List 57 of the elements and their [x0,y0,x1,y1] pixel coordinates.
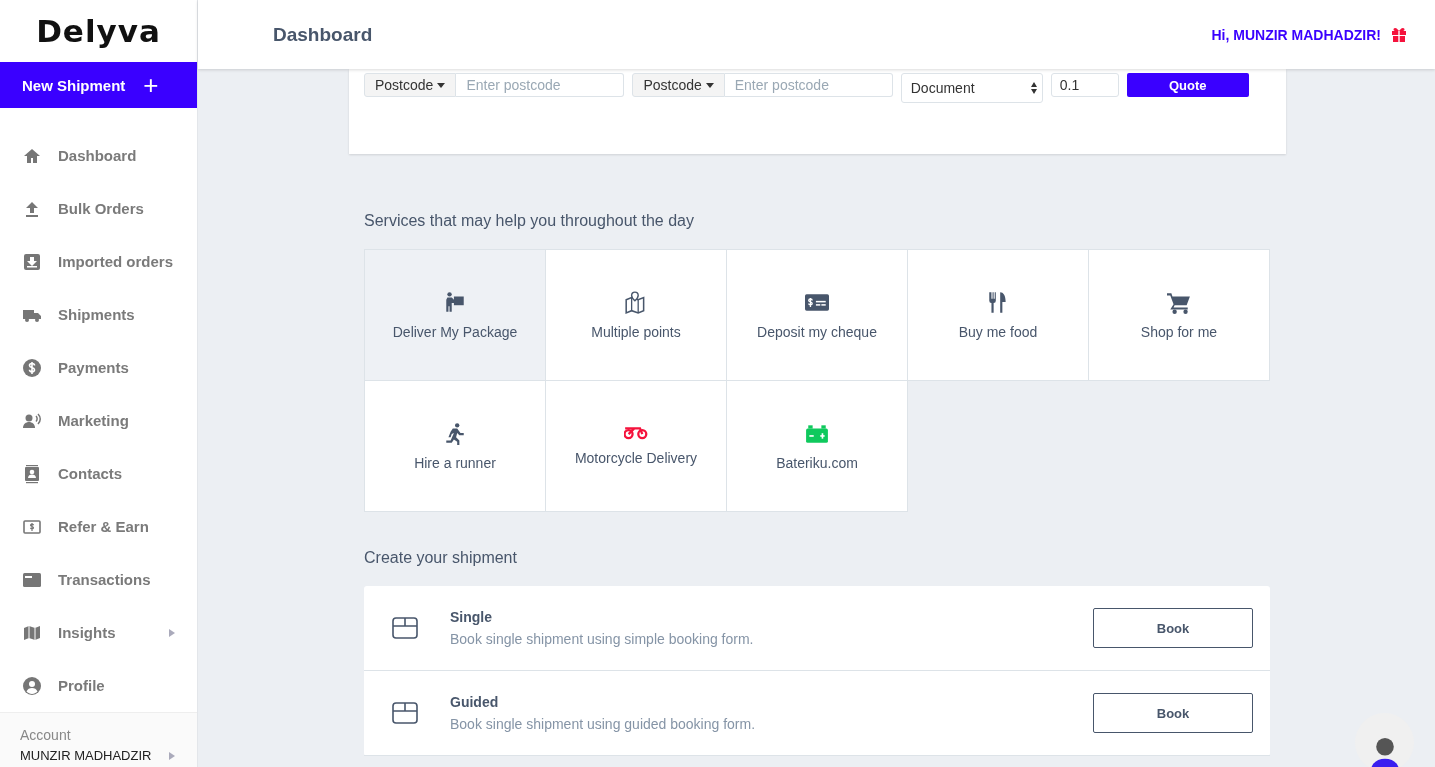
logo: Delyva [36,13,161,50]
service-tile[interactable]: Shop for me [1089,250,1270,381]
option-description: Book single shipment using simple booking form. [450,631,755,647]
box-icon [392,700,418,726]
service-tile[interactable]: Deposit my cheque [727,250,908,381]
service-tile[interactable]: Buy me food [908,250,1089,381]
postcode-dropdown[interactable]: Postcode [632,73,725,97]
postcode-field[interactable]: Enter postcode [456,73,625,97]
sidebar-item[interactable]: Shipments [0,288,197,341]
motorcycle-icon [624,426,648,440]
person-carrying-box-icon [443,290,467,314]
parcel-type-select[interactable]: Document [900,73,1043,103]
sidebar-item[interactable]: Bulk Orders [0,182,197,235]
contact-card-icon [22,463,42,484]
sidebar-item[interactable]: Refer & Earn [0,500,197,553]
caret-icon [705,82,714,88]
inbox-icon [22,251,42,272]
service-tile[interactable]: Deliver My Package [365,250,546,381]
dollar-icon [22,357,42,378]
quote-button[interactable]: Quote [1126,73,1249,97]
page-title: Dashboard [273,23,373,46]
sidebar-item[interactable]: Payments [0,341,197,394]
service-tile[interactable]: Motorcycle Delivery [546,381,727,512]
sidebar-item[interactable]: Imported orders [0,235,197,288]
service-tile[interactable]: Hire a runner [365,381,546,512]
person-speaking-icon [22,410,42,431]
sidebar-item[interactable]: Insights [0,606,197,659]
box-icon [392,615,418,641]
book-button[interactable]: Book [1093,608,1253,648]
cart-icon [1167,290,1191,314]
sidebar-item[interactable]: Profile [0,659,197,712]
greeting-link[interactable]: Hi, MUNZIR MADHADZIR! [1211,26,1381,43]
postcode-dropdown[interactable]: Postcode [364,73,457,97]
up-down-caret-icon [1030,82,1037,94]
user-icon [22,675,42,696]
sidebar-item[interactable]: Contacts [0,447,197,500]
caret-icon [437,82,446,88]
account-label: Account [20,727,72,743]
section-heading: Services that may help you throughout the day [363,211,695,231]
caret-icon[interactable] [169,751,175,760]
sidebar-item[interactable]: Transactions [0,553,197,606]
gift-icon[interactable] [1391,26,1407,43]
weight-field[interactable]: 0.1 [1050,73,1119,97]
option-title: Guided [450,694,500,710]
caret-icon [169,628,175,637]
account-name[interactable]: MUNZIR MADHADZIR [20,748,152,763]
book-button[interactable]: Book [1093,693,1253,733]
sidebar-item[interactable]: Dashboard [0,129,197,182]
postcode-field[interactable]: Enter postcode [724,73,893,97]
section-heading: Create your shipment [363,548,518,568]
option-description: Book single shipment using guided booking form. [450,716,757,732]
service-tile[interactable]: Multiple points [546,250,727,381]
new-shipment-button[interactable]: New Shipment + [0,62,197,108]
option-title: Single [450,609,493,625]
service-tile[interactable]: Bateriku.com [727,381,908,512]
sidebar-item[interactable]: Marketing [0,394,197,447]
runner-icon [443,421,467,445]
